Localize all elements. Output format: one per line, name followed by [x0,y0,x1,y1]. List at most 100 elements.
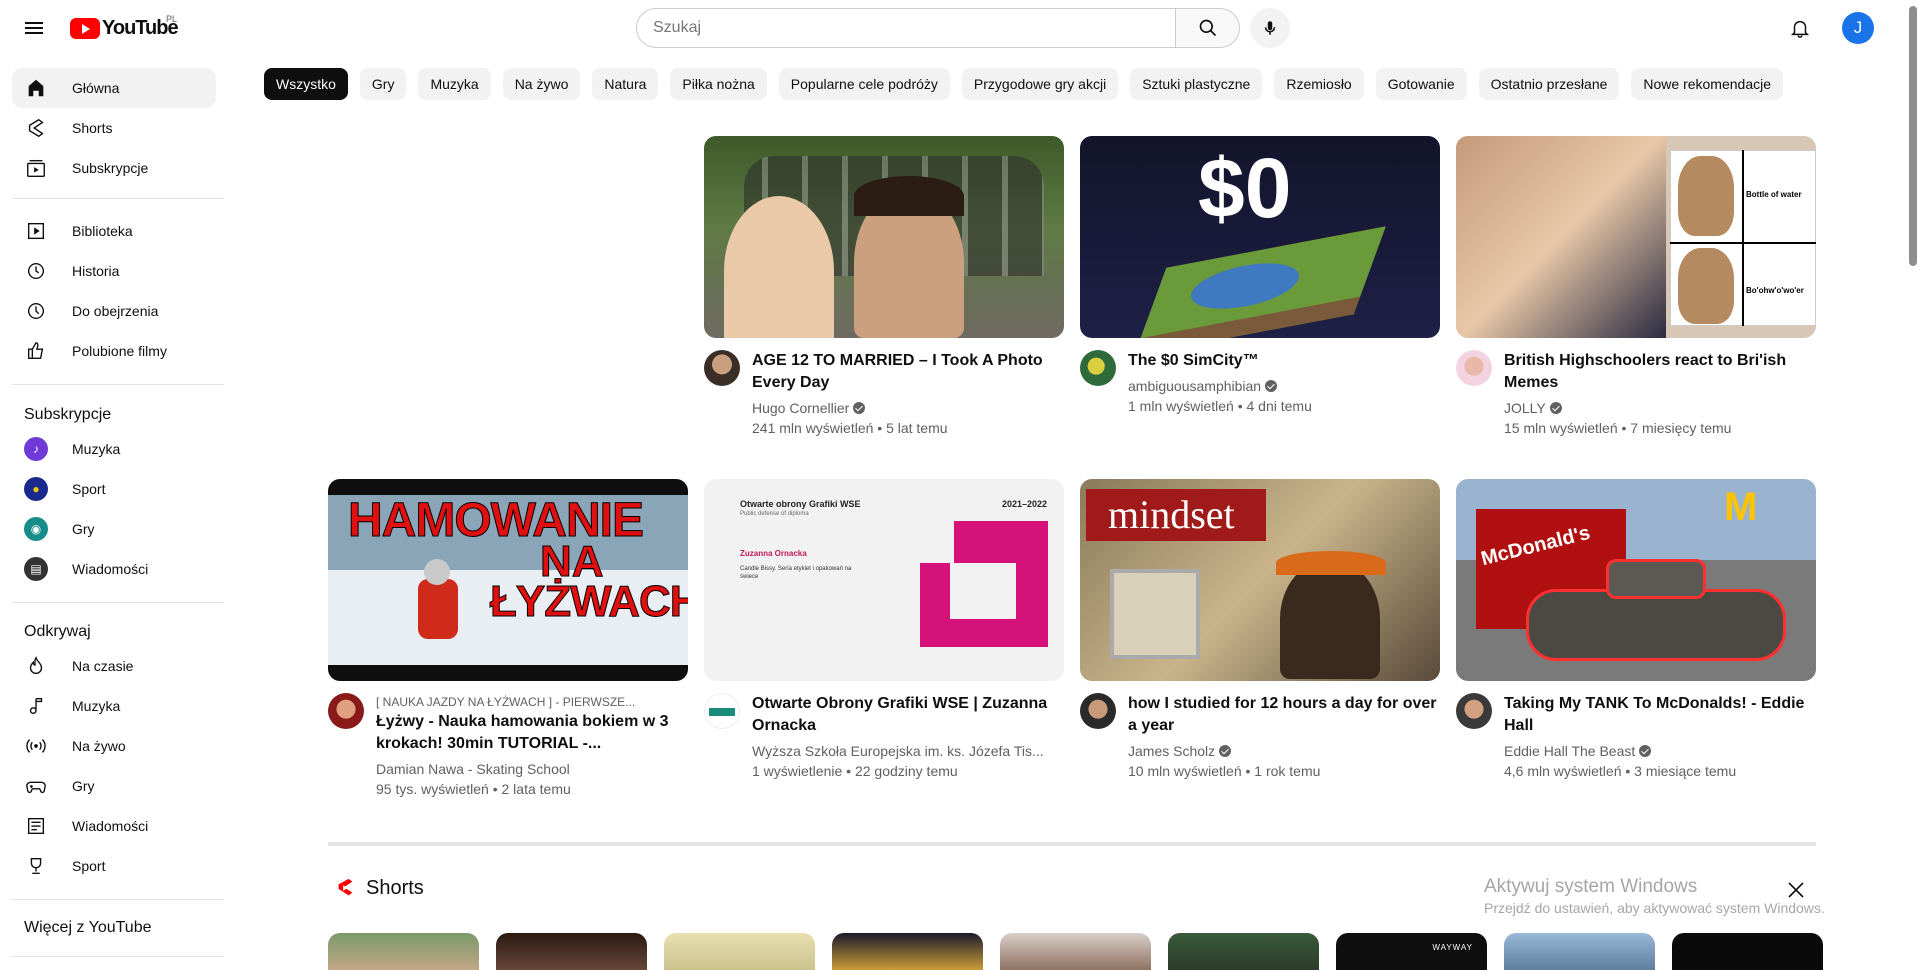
scrollbar-thumb[interactable] [1909,6,1917,266]
chip-travel[interactable]: Popularne cele podróży [778,68,950,100]
video-stats: 1 mln wyświetleń • 4 dni temu [1128,398,1312,414]
video-title[interactable]: British Highschoolers react to Bri'ish M… [1504,350,1816,394]
channel-avatar[interactable] [1080,693,1116,729]
short-thumbnail[interactable] [832,933,983,970]
short-thumbnail[interactable] [496,933,647,970]
channel-avatar[interactable] [704,693,740,729]
sidebar-item-sport[interactable]: Sport [12,846,216,886]
close-icon[interactable] [1784,878,1808,902]
verified-icon [1639,745,1652,757]
channel-name[interactable]: ambiguousamphibian [1128,376,1440,396]
sidebar-channel-gaming[interactable]: ◉ Gry [12,509,216,549]
video-card[interactable]: $0 The $0 SimCity™ ambiguousamphibian 1 … [1080,136,1440,416]
channel-name[interactable]: Damian Nawa - Skating School [376,759,688,779]
chip-games[interactable]: Gry [359,68,407,100]
sidebar-item-label: Subskrypcje [72,160,149,176]
sidebar-item-home[interactable]: Główna [12,68,216,108]
chip-visual-arts[interactable]: Sztuki plastyczne [1130,68,1263,100]
sidebar-item-history[interactable]: Historia [12,251,216,291]
video-title[interactable]: Taking My TANK To McDonalds! - Eddie Hal… [1504,693,1816,737]
channel-name[interactable]: Eddie Hall The Beast [1504,741,1816,761]
voice-search-button[interactable] [1250,8,1290,48]
sidebar-item-shorts[interactable]: Shorts [12,108,216,148]
shorts-shelf-header: Shorts [334,876,424,900]
thumbnail-text: Bottle of water [1746,190,1802,199]
channel-avatar[interactable] [1456,350,1492,386]
sidebar-item-label: Gry [72,521,95,537]
chip-nature[interactable]: Natura [592,68,659,100]
short-thumbnail[interactable]: WAYWAY [1336,933,1487,970]
video-card[interactable]: mindset how I studied for 12 hours a day… [1080,479,1440,781]
thumbnail-text: $0 [1198,141,1292,235]
short-thumbnail[interactable] [1000,933,1151,970]
video-title[interactable]: AGE 12 TO MARRIED – I Took A Photo Every… [752,350,1064,394]
chip-action-adventure[interactable]: Przygodowe gry akcji [961,68,1119,100]
playlist-label[interactable]: [ NAUKA JAZDY NA ŁYŻWACH ] - PIERWSZE... [376,693,688,711]
search-input[interactable] [636,8,1176,48]
chip-crafts[interactable]: Rzemiosło [1274,68,1364,100]
sidebar-channel-sport[interactable]: ● Sport [12,469,216,509]
video-title[interactable]: Otwarte Obrony Grafiki WSE | Zuzanna Orn… [752,693,1064,737]
sidebar-item-subscriptions[interactable]: Subskrypcje [12,148,216,188]
channel-name[interactable]: Hugo Cornellier [752,398,1064,418]
sidebar-channel-music[interactable]: ♪ Muzyka [12,429,216,469]
sidebar-item-live[interactable]: Na żywo [12,726,216,766]
sidebar-item-trending[interactable]: Na czasie [12,646,216,686]
gamepad-icon [24,774,48,798]
short-thumbnail[interactable] [1672,933,1823,970]
channel-name-text: James Scholz [1128,743,1216,759]
video-title[interactable]: how I studied for 12 hours a day for ove… [1128,693,1440,737]
channel-avatar[interactable] [1080,350,1116,386]
short-thumbnail[interactable] [664,933,815,970]
sidebar-item-music[interactable]: Muzyka [12,686,216,726]
video-thumbnail[interactable]: Bottle of water Bo'ohw'o'wo'er [1456,136,1816,338]
video-thumbnail[interactable]: Otwarte obrony Grafiki WSE Public defens… [704,479,1064,681]
video-card[interactable]: AGE 12 TO MARRIED – I Took A Photo Every… [704,136,1064,438]
microphone-icon [1264,21,1276,35]
sidebar-item-watch-later[interactable]: Do obejrzenia [12,291,216,331]
chip-football[interactable]: Piłka nożna [670,68,767,100]
channel-avatar[interactable] [1456,693,1492,729]
chip-new-to-you[interactable]: Nowe rekomendacje [1631,68,1784,100]
video-thumbnail[interactable]: HAMOWANIE NA ŁYŻWACH [328,479,688,681]
channel-avatar[interactable] [704,350,740,386]
video-card[interactable]: Bottle of water Bo'ohw'o'wo'er British H… [1456,136,1816,438]
hamburger-menu-icon[interactable] [20,14,48,42]
channel-name[interactable]: JOLLY [1504,398,1816,418]
search-button[interactable] [1176,8,1240,48]
sidebar-item-gaming[interactable]: Gry [12,766,216,806]
sidebar-item-news[interactable]: Wiadomości [12,806,216,846]
video-title[interactable]: Łyżwy - Nauka hamowania bokiem w 3 kroka… [376,711,688,755]
video-card[interactable]: HAMOWANIE NA ŁYŻWACH [ NAUKA JAZDY NA ŁY… [328,479,688,799]
clock-icon [24,299,48,323]
video-card[interactable]: Otwarte obrony Grafiki WSE Public defens… [704,479,1064,781]
sidebar-item-label: Gry [72,778,95,794]
video-thumbnail[interactable]: mindset [1080,479,1440,681]
chip-music[interactable]: Muzyka [418,68,491,100]
short-thumbnail[interactable] [1168,933,1319,970]
verified-icon [1265,380,1278,392]
divider [12,956,224,957]
video-thumbnail[interactable]: McDonald's M [1456,479,1816,681]
short-thumbnail[interactable] [328,933,479,970]
chip-cooking[interactable]: Gotowanie [1375,68,1467,100]
sidebar-channel-news[interactable]: ▤ Wiadomości [12,549,216,589]
chip-all[interactable]: Wszystko [264,68,348,100]
video-card[interactable]: McDonald's M Taking My TANK To McDonalds… [1456,479,1816,781]
channel-avatar[interactable] [328,693,364,729]
page-scrollbar[interactable] [1907,0,1919,970]
video-thumbnail[interactable] [704,136,1064,338]
notifications-button[interactable] [1786,14,1814,42]
sidebar-item-liked-videos[interactable]: Polubione filmy [12,331,216,371]
chip-recently-uploaded[interactable]: Ostatnio przesłane [1478,68,1620,100]
activation-subtitle: Przejdź do ustawień, aby aktywować syste… [1484,900,1825,916]
video-title[interactable]: The $0 SimCity™ [1128,350,1440,372]
short-thumbnail[interactable] [1504,933,1655,970]
channel-name[interactable]: James Scholz [1128,741,1440,761]
account-avatar[interactable]: J [1842,12,1874,44]
youtube-logo[interactable]: YouTube [70,16,179,40]
chip-live[interactable]: Na żywo [502,68,581,100]
channel-name[interactable]: Wyższa Szkoła Europejska im. ks. Józefa … [752,741,1064,761]
sidebar-item-library[interactable]: Biblioteka [12,211,216,251]
video-thumbnail[interactable]: $0 [1080,136,1440,338]
